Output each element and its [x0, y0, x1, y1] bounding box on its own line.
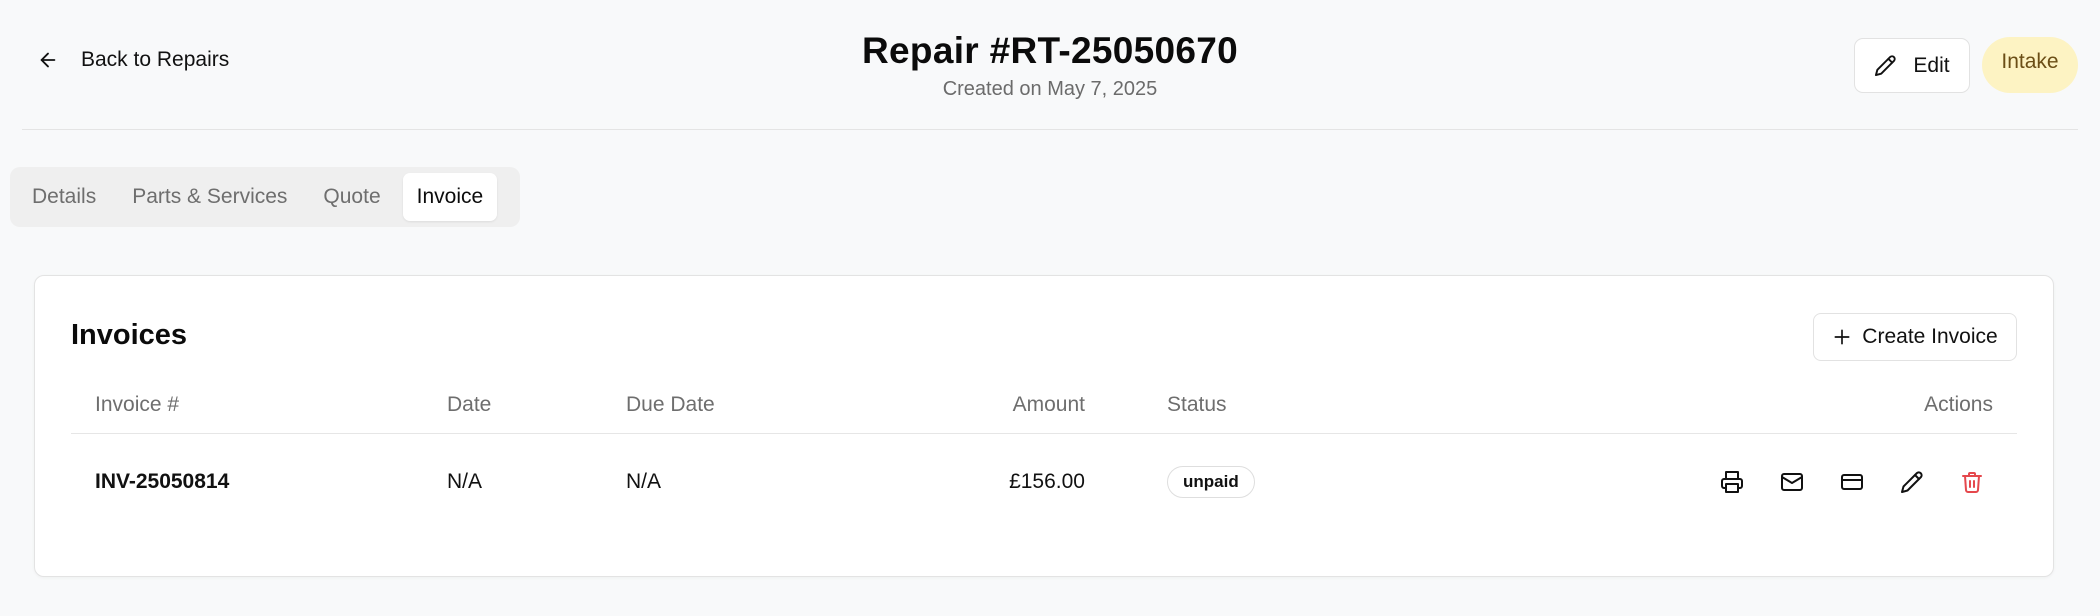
- invoices-table: Invoice # Date Due Date Amount Status Ac…: [71, 376, 2017, 530]
- edit-button[interactable]: Edit: [1854, 38, 1970, 93]
- invoice-date: N/A: [447, 470, 483, 493]
- edit-button-label: Edit: [1913, 53, 1950, 77]
- page-subtitle: Created on May 7, 2025: [942, 78, 1158, 100]
- create-invoice-button[interactable]: Create Invoice: [1813, 313, 2017, 361]
- email-invoice-button[interactable]: [1773, 463, 1811, 501]
- page-title: Repair #RT-25050670: [862, 30, 1238, 71]
- edit-invoice-button[interactable]: [1893, 463, 1931, 501]
- invoice-due-date: N/A: [626, 470, 662, 493]
- table-row: INV-25050814 N/A N/A £156.00 unpaid: [71, 434, 2017, 530]
- pencil-icon: [1901, 471, 1923, 493]
- invoices-card: Invoices Create Invoice Invoice # Date D…: [34, 275, 2054, 577]
- invoices-title: Invoices: [71, 319, 188, 351]
- invoice-amount: £156.00: [1009, 470, 1085, 493]
- tab-details[interactable]: Details: [18, 173, 110, 221]
- trash-icon: [1962, 472, 1982, 493]
- title-block: Repair #RT-25050670 Created on May 7, 20…: [22, 30, 2078, 101]
- tab-quote[interactable]: Quote: [309, 173, 394, 221]
- column-header-invoice: Invoice #: [95, 392, 180, 416]
- mail-icon: [1781, 473, 1803, 491]
- credit-card-icon: [1841, 474, 1863, 490]
- status-badge: Intake: [1982, 37, 2078, 93]
- create-invoice-label: Create Invoice: [1862, 325, 1998, 348]
- plus-icon: [1834, 329, 1850, 345]
- delete-invoice-button[interactable]: [1953, 463, 1991, 501]
- invoice-status-badge: unpaid: [1167, 466, 1255, 498]
- column-header-amount: Amount: [1012, 392, 1085, 416]
- page-header: Back to Repairs Repair #RT-25050670 Crea…: [22, 0, 2078, 130]
- column-header-actions: Actions: [1924, 392, 1993, 416]
- invoice-number: INV-25050814: [95, 470, 230, 493]
- tab-parts-services[interactable]: Parts & Services: [118, 173, 301, 221]
- table-header: Invoice # Date Due Date Amount Status Ac…: [71, 376, 2017, 434]
- invoice-actions: [1713, 434, 1991, 530]
- column-header-date: Date: [447, 392, 492, 416]
- pencil-icon: [1875, 55, 1897, 77]
- printer-icon: [1721, 471, 1743, 493]
- tab-invoice[interactable]: Invoice: [402, 173, 498, 221]
- record-payment-button[interactable]: [1833, 463, 1871, 501]
- column-header-status: Status: [1167, 392, 1227, 416]
- invoice-status-cell: unpaid: [1167, 434, 1255, 530]
- column-header-due-date: Due Date: [626, 392, 715, 416]
- print-invoice-button[interactable]: [1713, 463, 1751, 501]
- tab-bar: Details Parts & Services Quote Invoice: [10, 167, 520, 227]
